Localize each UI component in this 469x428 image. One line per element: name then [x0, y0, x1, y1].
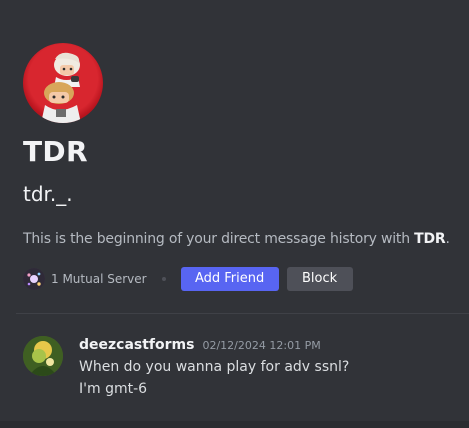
message-author[interactable]: deezcastforms — [79, 337, 194, 353]
intro-prefix: This is the beginning of your direct mes… — [23, 231, 415, 247]
message-timestamp: 02/12/2024 12:01 PM — [202, 339, 321, 352]
mutual-server-icon[interactable] — [23, 267, 45, 290]
message-author-avatar[interactable] — [23, 336, 63, 376]
mutual-servers-link[interactable]: 1 Mutual Server — [51, 272, 147, 286]
dm-intro-text: This is the beginning of your direct mes… — [23, 231, 450, 247]
intro-suffix: . — [445, 231, 450, 247]
chat-input-edge — [0, 421, 469, 428]
intro-name: TDR — [414, 231, 446, 247]
message-text-line-2: I'm gmt-6 — [79, 381, 148, 397]
profile-avatar[interactable] — [23, 43, 103, 123]
profile-username: tdr._. — [23, 182, 73, 206]
message-header: deezcastforms 02/12/2024 12:01 PM — [79, 337, 321, 353]
divider — [16, 313, 469, 314]
separator-dot — [161, 276, 166, 281]
user-avatar-icon — [41, 52, 81, 123]
profile-actions: 1 Mutual Server Add Friend Block — [23, 266, 353, 291]
message-text-line-1: When do you wanna play for adv ssnl? — [79, 359, 350, 375]
profile-display-name: TDR — [23, 135, 88, 168]
add-friend-button[interactable]: Add Friend — [180, 266, 279, 291]
block-button[interactable]: Block — [286, 266, 353, 291]
